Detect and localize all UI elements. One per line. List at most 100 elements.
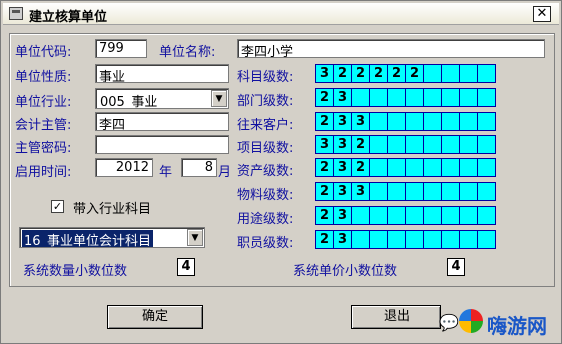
- level-cell[interactable]: [369, 112, 388, 131]
- level-cell[interactable]: 3: [333, 206, 352, 225]
- level-cell[interactable]: [405, 182, 424, 201]
- level-cell[interactable]: [387, 88, 406, 107]
- unit-industry-select[interactable]: 005_事业 ▼: [95, 88, 229, 109]
- level-cell[interactable]: 2: [333, 64, 352, 83]
- accountant-field[interactable]: 李四: [95, 112, 229, 131]
- level-cell[interactable]: 2: [315, 182, 334, 201]
- level-cell[interactable]: [405, 135, 424, 154]
- import-subjects-checkbox[interactable]: ✓: [51, 200, 64, 213]
- level-cell[interactable]: [369, 206, 388, 225]
- level-cell[interactable]: [351, 206, 370, 225]
- subject-template-select[interactable]: 16_事业单位会计科目 ▼: [19, 227, 205, 248]
- level-cell[interactable]: [369, 230, 388, 249]
- level-cell[interactable]: [477, 158, 496, 177]
- start-year-field[interactable]: 2012: [95, 158, 153, 177]
- level-cell[interactable]: 2: [351, 135, 370, 154]
- level-cell[interactable]: [441, 182, 460, 201]
- level-cell[interactable]: [441, 112, 460, 131]
- level-cell[interactable]: [459, 135, 478, 154]
- level-cell[interactable]: 3: [351, 112, 370, 131]
- level-cell[interactable]: [387, 112, 406, 131]
- level-cell[interactable]: 2: [351, 158, 370, 177]
- exit-button[interactable]: 退出: [351, 305, 441, 329]
- chevron-down-icon[interactable]: ▼: [187, 229, 203, 246]
- start-month-field[interactable]: 8: [181, 158, 217, 177]
- level-cell[interactable]: 2: [405, 64, 424, 83]
- level-row-label: 往来客户:: [237, 118, 294, 133]
- level-cell[interactable]: [441, 206, 460, 225]
- level-cell[interactable]: [477, 206, 496, 225]
- level-cell[interactable]: 2: [315, 88, 334, 107]
- level-cell[interactable]: [387, 158, 406, 177]
- level-cell[interactable]: [477, 182, 496, 201]
- level-cell[interactable]: [369, 182, 388, 201]
- level-cell[interactable]: 2: [315, 206, 334, 225]
- level-cell[interactable]: 3: [333, 230, 352, 249]
- level-cell[interactable]: [441, 230, 460, 249]
- level-cell[interactable]: [369, 158, 388, 177]
- level-cell[interactable]: [423, 88, 442, 107]
- level-cell[interactable]: 3: [333, 112, 352, 131]
- level-cell[interactable]: [369, 88, 388, 107]
- level-cell[interactable]: [459, 230, 478, 249]
- unit-name-field[interactable]: 李四小学: [237, 39, 545, 58]
- level-cell[interactable]: [387, 182, 406, 201]
- ok-button[interactable]: 确定: [107, 305, 203, 329]
- level-cell[interactable]: [387, 206, 406, 225]
- level-cell[interactable]: [459, 64, 478, 83]
- level-cell[interactable]: [459, 158, 478, 177]
- level-cell[interactable]: [459, 112, 478, 131]
- chevron-down-icon[interactable]: ▼: [211, 90, 227, 107]
- level-cell[interactable]: [459, 206, 478, 225]
- password-field[interactable]: [95, 135, 229, 154]
- level-cell[interactable]: [441, 158, 460, 177]
- level-cell[interactable]: [405, 206, 424, 225]
- level-cell[interactable]: [351, 230, 370, 249]
- level-cell[interactable]: [405, 88, 424, 107]
- level-cell[interactable]: 3: [315, 135, 334, 154]
- close-button[interactable]: ✕: [533, 6, 551, 22]
- level-cell[interactable]: 2: [387, 64, 406, 83]
- level-cell[interactable]: [477, 64, 496, 83]
- level-cell[interactable]: [369, 135, 388, 154]
- level-cell[interactable]: 3: [351, 182, 370, 201]
- level-cell[interactable]: [405, 158, 424, 177]
- unit-code-field[interactable]: 799: [95, 39, 147, 58]
- level-cell[interactable]: [441, 64, 460, 83]
- level-cell[interactable]: [351, 88, 370, 107]
- level-cell[interactable]: [423, 206, 442, 225]
- level-cell[interactable]: [423, 158, 442, 177]
- level-cell[interactable]: [387, 135, 406, 154]
- level-cell[interactable]: 3: [333, 135, 352, 154]
- level-cell[interactable]: 2: [351, 64, 370, 83]
- level-cell[interactable]: [405, 230, 424, 249]
- price-decimal-field[interactable]: 4: [447, 258, 465, 276]
- level-cell[interactable]: [387, 230, 406, 249]
- level-cell[interactable]: 3: [333, 88, 352, 107]
- level-cell[interactable]: [423, 64, 442, 83]
- level-cell[interactable]: [441, 135, 460, 154]
- level-cell[interactable]: [477, 135, 496, 154]
- unit-nature-field[interactable]: 事业: [95, 64, 229, 83]
- level-cell[interactable]: 2: [315, 158, 334, 177]
- level-cell[interactable]: [477, 112, 496, 131]
- level-cell[interactable]: [441, 88, 460, 107]
- level-cell[interactable]: [405, 112, 424, 131]
- level-cell[interactable]: [423, 230, 442, 249]
- level-cell[interactable]: 3: [333, 158, 352, 177]
- level-cell[interactable]: [423, 112, 442, 131]
- level-cell[interactable]: [477, 88, 496, 107]
- level-cell[interactable]: [459, 88, 478, 107]
- level-cell[interactable]: 3: [333, 182, 352, 201]
- qty-decimal-field[interactable]: 4: [177, 258, 195, 276]
- level-cell[interactable]: [459, 182, 478, 201]
- unit-industry-label: 单位行业:: [15, 95, 72, 110]
- level-cell[interactable]: 2: [369, 64, 388, 83]
- level-cell[interactable]: 2: [315, 230, 334, 249]
- level-cell[interactable]: [423, 135, 442, 154]
- level-cell[interactable]: [423, 182, 442, 201]
- level-cell[interactable]: [477, 230, 496, 249]
- level-cell[interactable]: 3: [315, 64, 334, 83]
- level-grid: 23: [315, 88, 496, 107]
- level-cell[interactable]: 2: [315, 112, 334, 131]
